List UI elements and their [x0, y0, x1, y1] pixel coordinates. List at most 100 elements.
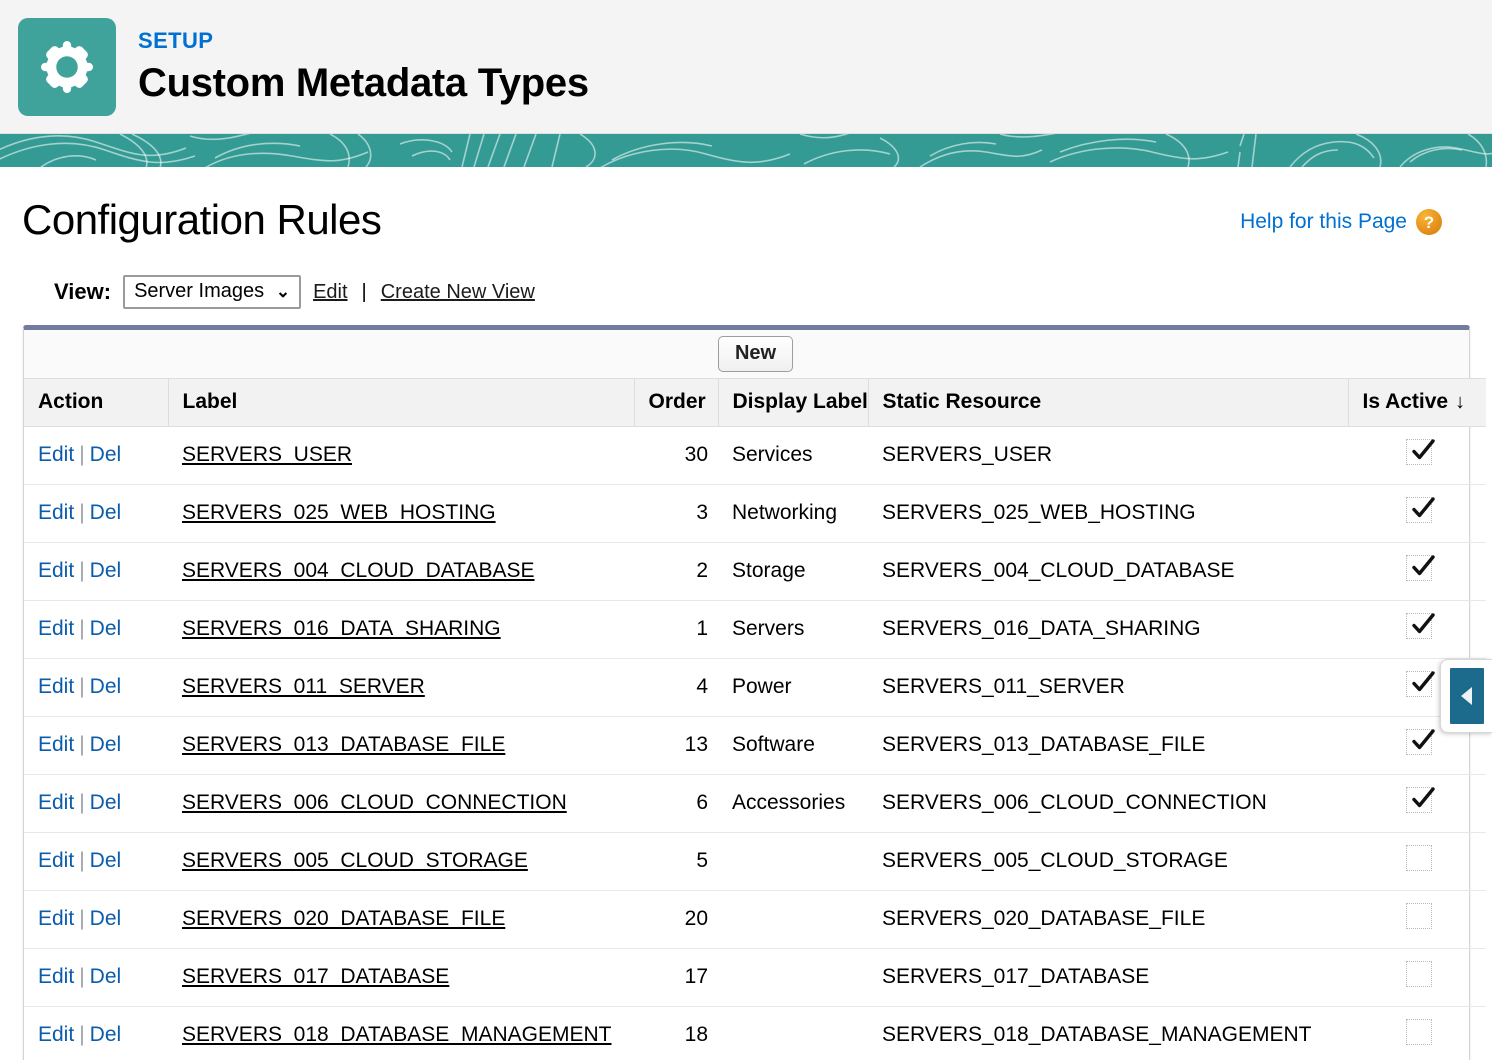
row-del-link[interactable]: Del [90, 791, 122, 814]
configuration-rules-table: Action Label Order Display Label Static … [24, 378, 1486, 1060]
row-action-separator: | [79, 559, 85, 582]
empty-checkbox-icon [1406, 903, 1432, 929]
row-del-link[interactable]: Del [90, 1023, 122, 1046]
row-static-resource-cell: SERVERS_020_DATABASE_FILE [868, 890, 1348, 949]
row-actions-cell: Edit | Del [24, 1006, 168, 1060]
row-action-separator: | [79, 443, 85, 466]
view-links-separator: | [361, 280, 367, 303]
row-label-link[interactable]: SERVERS_011_SERVER [182, 675, 425, 698]
create-new-view-link[interactable]: Create New View [381, 281, 535, 304]
row-display-label-cell: Services [718, 426, 868, 485]
row-display-label-cell: Storage [718, 542, 868, 601]
row-static-resource-cell: SERVERS_011_SERVER [868, 658, 1348, 717]
row-edit-link[interactable]: Edit [38, 791, 74, 814]
row-del-link[interactable]: Del [90, 443, 122, 466]
row-del-link[interactable]: Del [90, 501, 122, 524]
side-panel-toggle-button[interactable] [1440, 659, 1492, 733]
row-display-label-cell: Software [718, 716, 868, 775]
row-order-cell: 6 [634, 774, 718, 833]
row-order-cell: 3 [634, 484, 718, 543]
row-display-label-cell: Networking [718, 484, 868, 543]
topography-banner [0, 134, 1492, 167]
help-for-this-page[interactable]: Help for this Page ? [1240, 209, 1470, 241]
row-action-separator: | [79, 675, 85, 698]
row-label-link[interactable]: SERVERS_004_CLOUD_DATABASE [182, 559, 535, 582]
row-static-resource-cell: SERVERS_006_CLOUD_CONNECTION [868, 774, 1348, 833]
row-del-link[interactable]: Del [90, 675, 122, 698]
row-edit-link[interactable]: Edit [38, 965, 74, 988]
table-row: Edit | Del SERVERS_006_CLOUD_CONNECTION 6 Acc… [24, 774, 1486, 833]
view-select[interactable]: Server Images [123, 275, 302, 309]
row-label-cell: SERVERS_011_SERVER [168, 658, 634, 717]
row-edit-link[interactable]: Edit [38, 733, 74, 756]
row-label-link[interactable]: SERVERS_006_CLOUD_CONNECTION [182, 791, 567, 814]
row-edit-link[interactable]: Edit [38, 443, 74, 466]
checkmark-icon [1406, 555, 1435, 581]
view-bar: View: Server Images ⌄ Edit | Create New … [22, 275, 1470, 309]
row-is-active-cell [1348, 890, 1486, 949]
row-del-link[interactable]: Del [90, 733, 122, 756]
row-action-separator: | [79, 501, 85, 524]
configuration-rules-list-panel: New Action Label Order Display Label Sta… [23, 325, 1486, 1060]
table-row: Edit | Del SERVERS_013_DATABASE_FILE 13 Softw… [24, 716, 1486, 775]
help-question-icon[interactable]: ? [1416, 209, 1442, 235]
checkmark-icon [1406, 497, 1435, 523]
column-header-display-label[interactable]: Display Label [718, 378, 869, 427]
row-label-link[interactable]: SERVERS_013_DATABASE_FILE [182, 733, 505, 756]
row-actions-cell: Edit | Del [24, 484, 168, 543]
row-label-link[interactable]: SERVERS_005_CLOUD_STORAGE [182, 849, 528, 872]
row-del-link[interactable]: Del [90, 559, 122, 582]
page-body: Configuration Rules Help for this Page ?… [0, 167, 1492, 1060]
table-row: Edit | Del SERVERS_020_DATABASE_FILE 20 SERVE… [24, 890, 1486, 949]
row-is-active-cell [1348, 426, 1486, 485]
help-link-label[interactable]: Help for this Page [1240, 210, 1407, 234]
row-actions-cell: Edit | Del [24, 542, 168, 601]
row-display-label-cell: Accessories [718, 774, 868, 833]
row-del-link[interactable]: Del [90, 907, 122, 930]
row-label-link[interactable]: SERVERS_018_DATABASE_MANAGEMENT [182, 1023, 612, 1046]
row-edit-link[interactable]: Edit [38, 1023, 74, 1046]
column-header-is-active[interactable]: Is Active ↓ [1348, 378, 1486, 427]
column-header-order[interactable]: Order [634, 378, 719, 427]
row-label-link[interactable]: SERVERS_USER [182, 443, 352, 466]
column-header-action[interactable]: Action [24, 378, 169, 427]
row-label-cell: SERVERS_USER [168, 426, 634, 485]
row-actions-cell: Edit | Del [24, 774, 168, 833]
row-label-link[interactable]: SERVERS_020_DATABASE_FILE [182, 907, 505, 930]
table-body: Edit | Del SERVERS_USER 30 Services SERVERS_US… [24, 426, 1486, 1060]
table-row: Edit | Del SERVERS_025_WEB_HOSTING 3 Networki… [24, 484, 1486, 543]
row-label-link[interactable]: SERVERS_025_WEB_HOSTING [182, 501, 496, 524]
row-edit-link[interactable]: Edit [38, 501, 74, 524]
row-del-link[interactable]: Del [90, 617, 122, 640]
row-label-cell: SERVERS_025_WEB_HOSTING [168, 484, 634, 543]
row-actions-cell: Edit | Del [24, 658, 168, 717]
row-order-cell: 4 [634, 658, 718, 717]
table-header: Action Label Order Display Label Static … [24, 378, 1486, 427]
row-edit-link[interactable]: Edit [38, 907, 74, 930]
table-row: Edit | Del SERVERS_016_DATA_SHARING 1 Servers… [24, 600, 1486, 659]
row-edit-link[interactable]: Edit [38, 849, 74, 872]
new-button[interactable]: New [717, 336, 794, 372]
row-order-cell: 13 [634, 716, 718, 775]
column-header-static-resource[interactable]: Static Resource [868, 378, 1349, 427]
row-del-link[interactable]: Del [90, 965, 122, 988]
row-label-link[interactable]: SERVERS_016_DATA_SHARING [182, 617, 501, 640]
row-label-cell: SERVERS_006_CLOUD_CONNECTION [168, 774, 634, 833]
row-display-label-cell [718, 890, 868, 949]
row-edit-link[interactable]: Edit [38, 675, 74, 698]
edit-view-link[interactable]: Edit [313, 281, 347, 304]
row-del-link[interactable]: Del [90, 849, 122, 872]
setup-eyebrow: SETUP [138, 27, 214, 53]
column-header-label[interactable]: Label [168, 378, 635, 427]
row-label-link[interactable]: SERVERS_017_DATABASE [182, 965, 449, 988]
view-select-wrapper[interactable]: Server Images ⌄ [123, 275, 302, 309]
row-action-separator: | [79, 617, 85, 640]
row-order-cell: 17 [634, 948, 718, 1007]
row-edit-link[interactable]: Edit [38, 617, 74, 640]
sort-descending-icon: ↓ [1455, 391, 1466, 413]
table-row: Edit | Del SERVERS_011_SERVER 4 Power SERVERS_… [24, 658, 1486, 717]
row-static-resource-cell: SERVERS_013_DATABASE_FILE [868, 716, 1348, 775]
row-is-active-cell [1348, 600, 1486, 659]
row-edit-link[interactable]: Edit [38, 559, 74, 582]
row-display-label-cell [718, 832, 868, 891]
